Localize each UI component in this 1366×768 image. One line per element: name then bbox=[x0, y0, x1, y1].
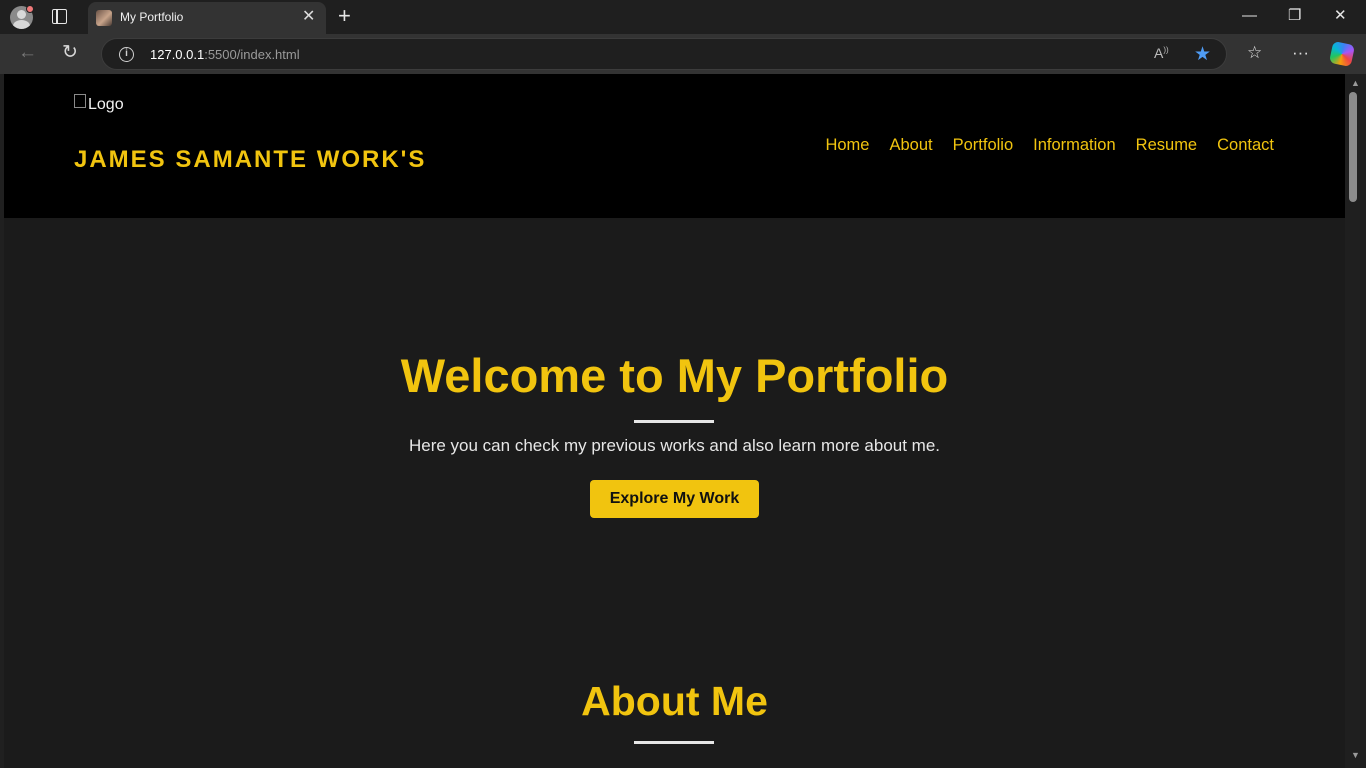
nav-link-information[interactable]: Information bbox=[1033, 136, 1116, 155]
minimize-button[interactable]: — bbox=[1242, 7, 1257, 25]
favicon-icon bbox=[96, 10, 112, 26]
window-close-button[interactable]: ✕ bbox=[1334, 7, 1347, 25]
tab-title: My Portfolio bbox=[120, 10, 184, 24]
nav-link-home[interactable]: Home bbox=[825, 136, 869, 155]
notification-dot bbox=[26, 5, 34, 13]
page-viewport: Logo JAMES SAMANTE WORK'S Home About Por… bbox=[4, 74, 1345, 768]
nav-link-portfolio[interactable]: Portfolio bbox=[953, 136, 1014, 155]
read-aloud-icon[interactable]: A)) bbox=[1154, 45, 1169, 61]
favorite-star-icon[interactable]: ★ bbox=[1194, 43, 1211, 66]
logo-image[interactable]: Logo bbox=[74, 94, 124, 114]
scroll-down-icon[interactable]: ▼ bbox=[1351, 750, 1360, 760]
nav-link-about[interactable]: About bbox=[889, 136, 932, 155]
info-icon[interactable]: i bbox=[119, 47, 134, 62]
nav-link-resume[interactable]: Resume bbox=[1136, 136, 1197, 155]
copilot-icon[interactable] bbox=[1328, 40, 1356, 68]
hero-divider bbox=[634, 420, 714, 423]
site-header: Logo JAMES SAMANTE WORK'S Home About Por… bbox=[4, 74, 1345, 218]
hero-title: Welcome to My Portfolio bbox=[400, 349, 949, 402]
site-brand: JAMES SAMANTE WORK'S bbox=[74, 146, 427, 173]
url-host: 127.0.0.1 bbox=[150, 47, 205, 62]
logo-alt-text: Logo bbox=[88, 96, 124, 113]
tab-actions-icon[interactable] bbox=[52, 9, 67, 24]
broken-image-icon bbox=[74, 94, 86, 108]
main-nav: Home About Portfolio Information Resume … bbox=[825, 136, 1274, 155]
url-path: :5500/index.html bbox=[204, 47, 300, 62]
browser-toolbar: ← ↻ i 127.0.0.1:5500/index.html A)) ★ ☆ … bbox=[0, 34, 1366, 74]
scrollbar-thumb[interactable] bbox=[1349, 92, 1357, 202]
address-bar[interactable]: i 127.0.0.1:5500/index.html A)) ★ bbox=[101, 38, 1227, 70]
about-title: About Me bbox=[581, 678, 768, 724]
page-scrollbar[interactable]: ▲ ▼ bbox=[1345, 74, 1366, 768]
new-tab-button[interactable]: + bbox=[338, 4, 351, 28]
hero-subtitle: Here you can check my previous works and… bbox=[408, 436, 941, 455]
scroll-up-icon[interactable]: ▲ bbox=[1351, 78, 1360, 88]
browser-tab[interactable]: My Portfolio ✕ bbox=[88, 2, 326, 34]
more-icon[interactable]: ··· bbox=[1292, 43, 1309, 63]
nav-link-contact[interactable]: Contact bbox=[1217, 136, 1274, 155]
url-text[interactable]: 127.0.0.1:5500/index.html bbox=[150, 47, 300, 62]
tab-close-icon[interactable]: ✕ bbox=[302, 8, 315, 26]
explore-work-button[interactable]: Explore My Work bbox=[590, 480, 759, 518]
back-icon[interactable]: ← bbox=[18, 42, 37, 64]
refresh-icon[interactable]: ↻ bbox=[62, 42, 78, 64]
favorites-icon[interactable]: ☆ bbox=[1247, 43, 1262, 63]
browser-tab-strip: My Portfolio ✕ + — ❐ ✕ bbox=[0, 0, 1366, 34]
about-divider bbox=[634, 741, 714, 744]
restore-button[interactable]: ❐ bbox=[1288, 7, 1301, 25]
